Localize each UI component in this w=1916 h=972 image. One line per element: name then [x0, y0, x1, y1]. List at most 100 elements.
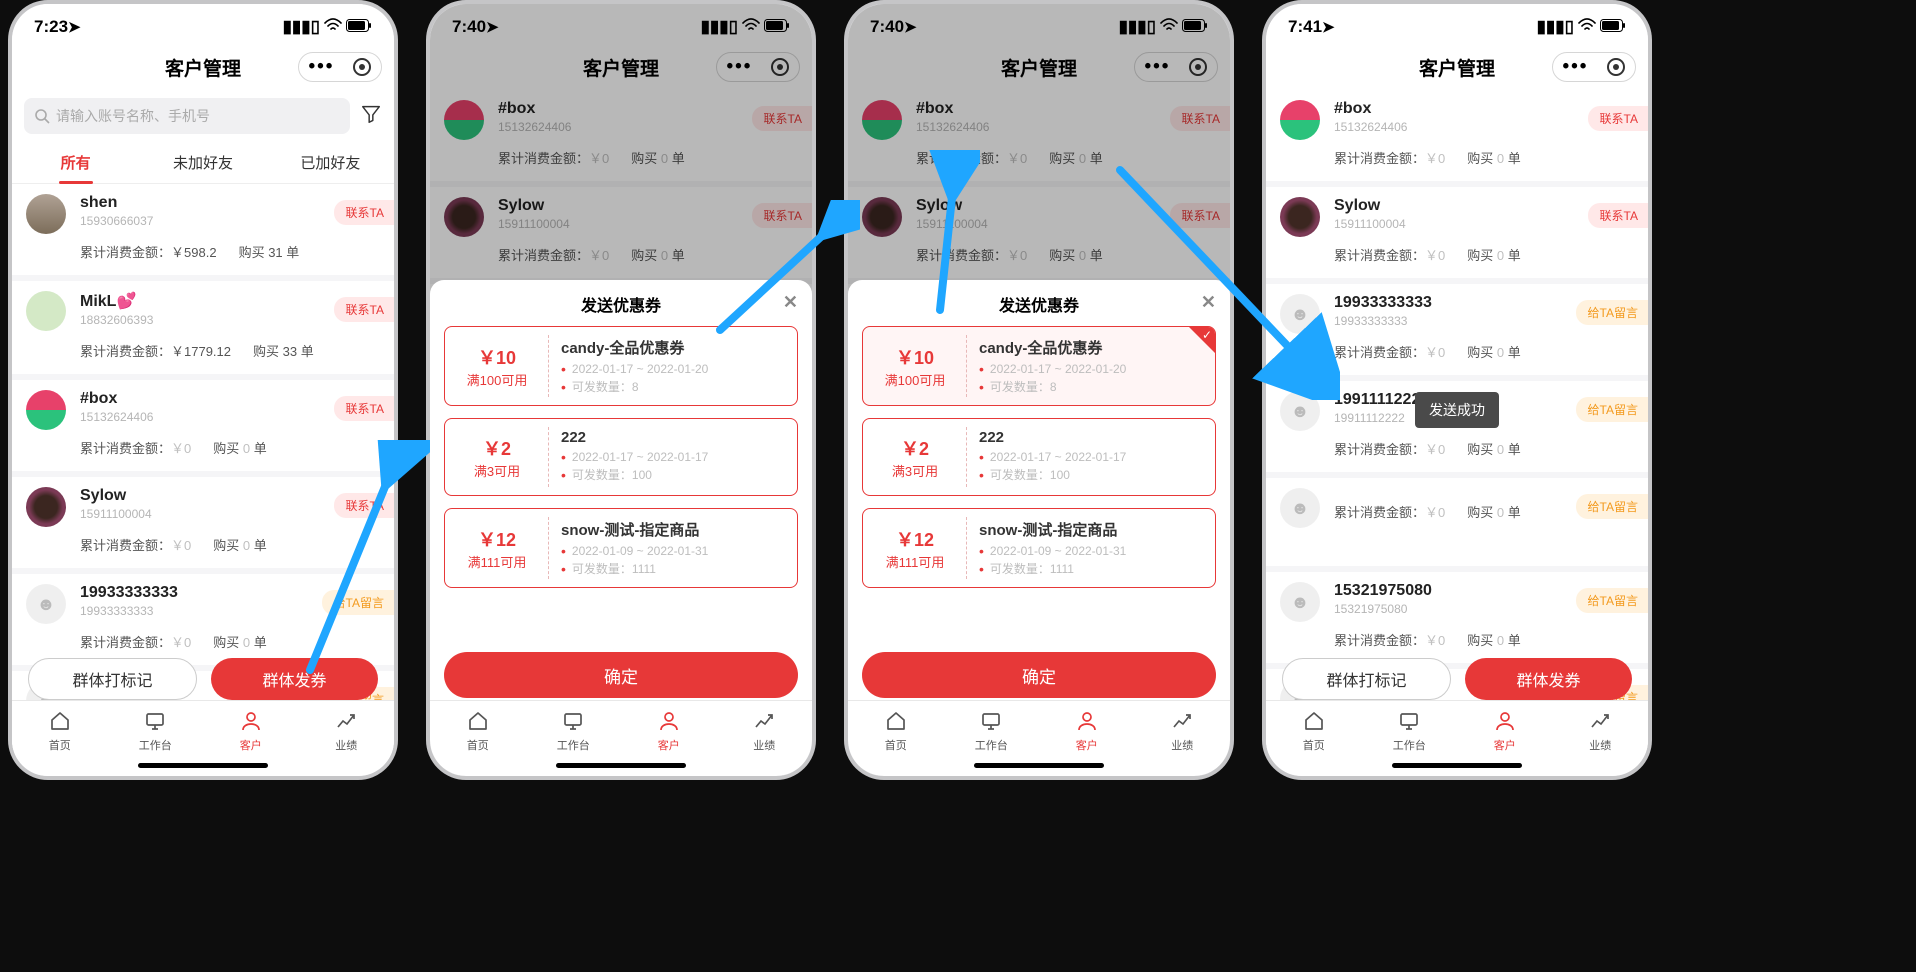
coupon-amount-section: ￥12 满111可用 — [445, 509, 549, 587]
customer-card[interactable]: ☻ 19933333333 19933333333 累计消费金额：￥0 购买 0… — [1266, 284, 1648, 375]
customer-card[interactable]: Sylow 15911100004 累计消费金额：￥0 购买 0 单 联系TA — [848, 187, 1230, 278]
nav-home[interactable]: 首页 — [430, 701, 526, 776]
customer-card[interactable]: #box 15132624406 累计消费金额：￥0 购买 0 单 联系TA — [430, 90, 812, 181]
miniapp-capsule[interactable]: ••• — [1552, 52, 1636, 82]
customer-card[interactable]: #box 15132624406 累计消费金额：￥0 购买 0 单 联系TA — [12, 380, 394, 471]
contact-badge[interactable]: 联系TA — [334, 200, 394, 225]
bulk-tag-button[interactable]: 群体打标记 — [28, 658, 197, 700]
customer-card[interactable]: ☻ 15321975080 15321975080 累计消费金额：￥0 购买 0… — [1266, 572, 1648, 663]
coupon-qty: 可发数量：8 — [979, 378, 1203, 395]
close-miniapp-icon[interactable] — [353, 58, 371, 76]
customer-card[interactable]: ☻ 19933333333 19933333333 累计消费金额：￥0 购买 0… — [12, 574, 394, 665]
home-indicator — [138, 763, 268, 768]
more-icon[interactable]: ••• — [727, 56, 753, 78]
nav-label: 首页 — [467, 737, 489, 753]
coupon-amount-section: ￥2 满3可用 — [445, 419, 549, 495]
customer-card[interactable]: Sylow 15911100004 累计消费金额：￥0 购买 0 单 联系TA — [430, 187, 812, 278]
sheet-title: 发送优惠券 ✕ — [862, 292, 1216, 316]
search-row: 请输入账号名称、手机号 — [12, 90, 394, 142]
more-icon[interactable]: ••• — [1563, 56, 1589, 78]
nav-performance[interactable]: 业绩 — [299, 701, 395, 776]
bulk-coupon-button[interactable]: 群体发券 — [211, 658, 378, 700]
contact-badge[interactable]: 联系TA — [1170, 106, 1230, 131]
close-icon[interactable]: ✕ — [783, 292, 798, 313]
coupon-date: 2022-01-09 ~ 2022-01-31 — [561, 544, 785, 558]
nav-performance[interactable]: 业绩 — [1135, 701, 1231, 776]
nav-label: 工作台 — [1393, 737, 1426, 753]
coupon-card[interactable]: ￥10 满100可用 candy-全品优惠券 2022-01-17 ~ 2022… — [862, 326, 1216, 406]
coupon-list[interactable]: ￥10 满100可用 candy-全品优惠券 2022-01-17 ~ 2022… — [444, 326, 798, 640]
avatar: ☻ — [1280, 488, 1320, 528]
search-input[interactable]: 请输入账号名称、手机号 — [24, 98, 350, 134]
spend-label: 累计消费金额：￥0 — [80, 438, 191, 457]
contact-badge[interactable]: 联系TA — [752, 203, 812, 228]
confirm-button[interactable]: 确定 — [862, 652, 1216, 698]
customer-card[interactable]: Sylow 15911100004 累计消费金额：￥0 购买 0 单 联系TA — [12, 477, 394, 568]
coupon-card[interactable]: ￥12 满111可用 snow-测试-指定商品 2022-01-09 ~ 202… — [862, 508, 1216, 588]
customer-card[interactable]: Sylow 15911100004 累计消费金额：￥0 购买 0 单 联系TA — [1266, 187, 1648, 278]
close-miniapp-icon[interactable] — [1607, 58, 1625, 76]
coupon-card[interactable]: ￥2 满3可用 222 2022-01-17 ~ 2022-01-17 可发数量… — [444, 418, 798, 496]
battery-icon — [1182, 17, 1208, 37]
spend-label: 累计消费金额：￥0 — [1334, 439, 1445, 458]
confirm-button[interactable]: 确定 — [444, 652, 798, 698]
coupon-card[interactable]: ￥12 满111可用 snow-测试-指定商品 2022-01-09 ~ 202… — [444, 508, 798, 588]
nav-performance[interactable]: 业绩 — [717, 701, 813, 776]
customer-card[interactable]: #box 15132624406 累计消费金额：￥0 购买 0 单 联系TA — [1266, 90, 1648, 181]
customer-card[interactable]: shen 15930666037 累计消费金额：￥598.2 购买 31 单 联… — [12, 184, 394, 275]
tab-not-friend[interactable]: 未加好友 — [139, 142, 266, 183]
close-miniapp-icon[interactable] — [1189, 58, 1207, 76]
avatar: ☻ — [26, 584, 66, 624]
contact-badge[interactable]: 联系TA — [752, 106, 812, 131]
miniapp-capsule[interactable]: ••• — [716, 52, 800, 82]
close-miniapp-icon[interactable] — [771, 58, 789, 76]
contact-badge[interactable]: 联系TA — [1588, 203, 1648, 228]
status-bar: 7:40 ➤ ▮▮▮▯ — [848, 4, 1230, 44]
nav-performance[interactable]: 业绩 — [1553, 701, 1649, 776]
miniapp-capsule[interactable]: ••• — [1134, 52, 1218, 82]
contact-badge[interactable]: 给TA留言 — [322, 590, 394, 615]
tab-all[interactable]: 所有 — [12, 142, 139, 183]
contact-badge[interactable]: 联系TA — [1588, 106, 1648, 131]
contact-badge[interactable]: 联系TA — [1170, 203, 1230, 228]
contact-badge[interactable]: 联系TA — [334, 396, 394, 421]
spend-label: 累计消费金额：￥0 — [80, 535, 191, 554]
customer-card[interactable]: #box 15132624406 累计消费金额：￥0 购买 0 单 联系TA — [848, 90, 1230, 181]
customer-stats: 累计消费金额：￥598.2 购买 31 单 — [80, 242, 380, 261]
contact-badge[interactable]: 给TA留言 — [1576, 300, 1648, 325]
coupon-date: 2022-01-17 ~ 2022-01-17 — [561, 450, 785, 464]
bulk-coupon-button[interactable]: 群体发券 — [1465, 658, 1632, 700]
bulk-tag-button[interactable]: 群体打标记 — [1282, 658, 1451, 700]
customer-stats: 累计消费金额：￥0 购买 0 单 — [916, 245, 1216, 264]
contact-badge[interactable]: 给TA留言 — [1576, 588, 1648, 613]
contact-badge[interactable]: 给TA留言 — [1576, 494, 1648, 519]
coupon-card[interactable]: ￥2 满3可用 222 2022-01-17 ~ 2022-01-17 可发数量… — [862, 418, 1216, 496]
filter-icon[interactable] — [360, 103, 382, 130]
coupon-condition: 满111可用 — [886, 552, 945, 571]
coupon-detail-section: 222 2022-01-17 ~ 2022-01-17 可发数量：100 — [967, 419, 1215, 495]
avatar — [862, 100, 902, 140]
customer-card[interactable]: MikL💕 18832606393 累计消费金额：￥1779.12 购买 33 … — [12, 281, 394, 374]
contact-badge[interactable]: 给TA留言 — [1576, 397, 1648, 422]
more-icon[interactable]: ••• — [309, 56, 335, 78]
status-time: 7:40 — [452, 17, 486, 37]
coupon-list[interactable]: ￥10 满100可用 candy-全品优惠券 2022-01-17 ~ 2022… — [862, 326, 1216, 640]
nav-performance-icon — [1588, 709, 1612, 733]
coupon-detail-section: snow-测试-指定商品 2022-01-09 ~ 2022-01-31 可发数… — [549, 509, 797, 587]
status-indicators: ▮▮▮▯ — [701, 17, 790, 37]
miniapp-capsule[interactable]: ••• — [298, 52, 382, 82]
nav-home[interactable]: 首页 — [1266, 701, 1362, 776]
contact-badge[interactable]: 联系TA — [334, 493, 394, 518]
customer-card[interactable]: ☻ 累计消费金额：￥0 购买 0 单 给TA留言 — [1266, 478, 1648, 566]
customer-tabs: 所有 未加好友 已加好友 — [12, 142, 394, 184]
more-icon[interactable]: ••• — [1145, 56, 1171, 78]
nav-home[interactable]: 首页 — [848, 701, 944, 776]
tab-friend[interactable]: 已加好友 — [267, 142, 394, 183]
avatar — [1280, 197, 1320, 237]
close-icon[interactable]: ✕ — [1201, 292, 1216, 313]
contact-badge[interactable]: 联系TA — [334, 297, 394, 322]
nav-home[interactable]: 首页 — [12, 701, 108, 776]
nav-label: 工作台 — [975, 737, 1008, 753]
coupon-card[interactable]: ￥10 满100可用 candy-全品优惠券 2022-01-17 ~ 2022… — [444, 326, 798, 406]
status-bar: 7:40 ➤ ▮▮▮▯ — [430, 4, 812, 44]
